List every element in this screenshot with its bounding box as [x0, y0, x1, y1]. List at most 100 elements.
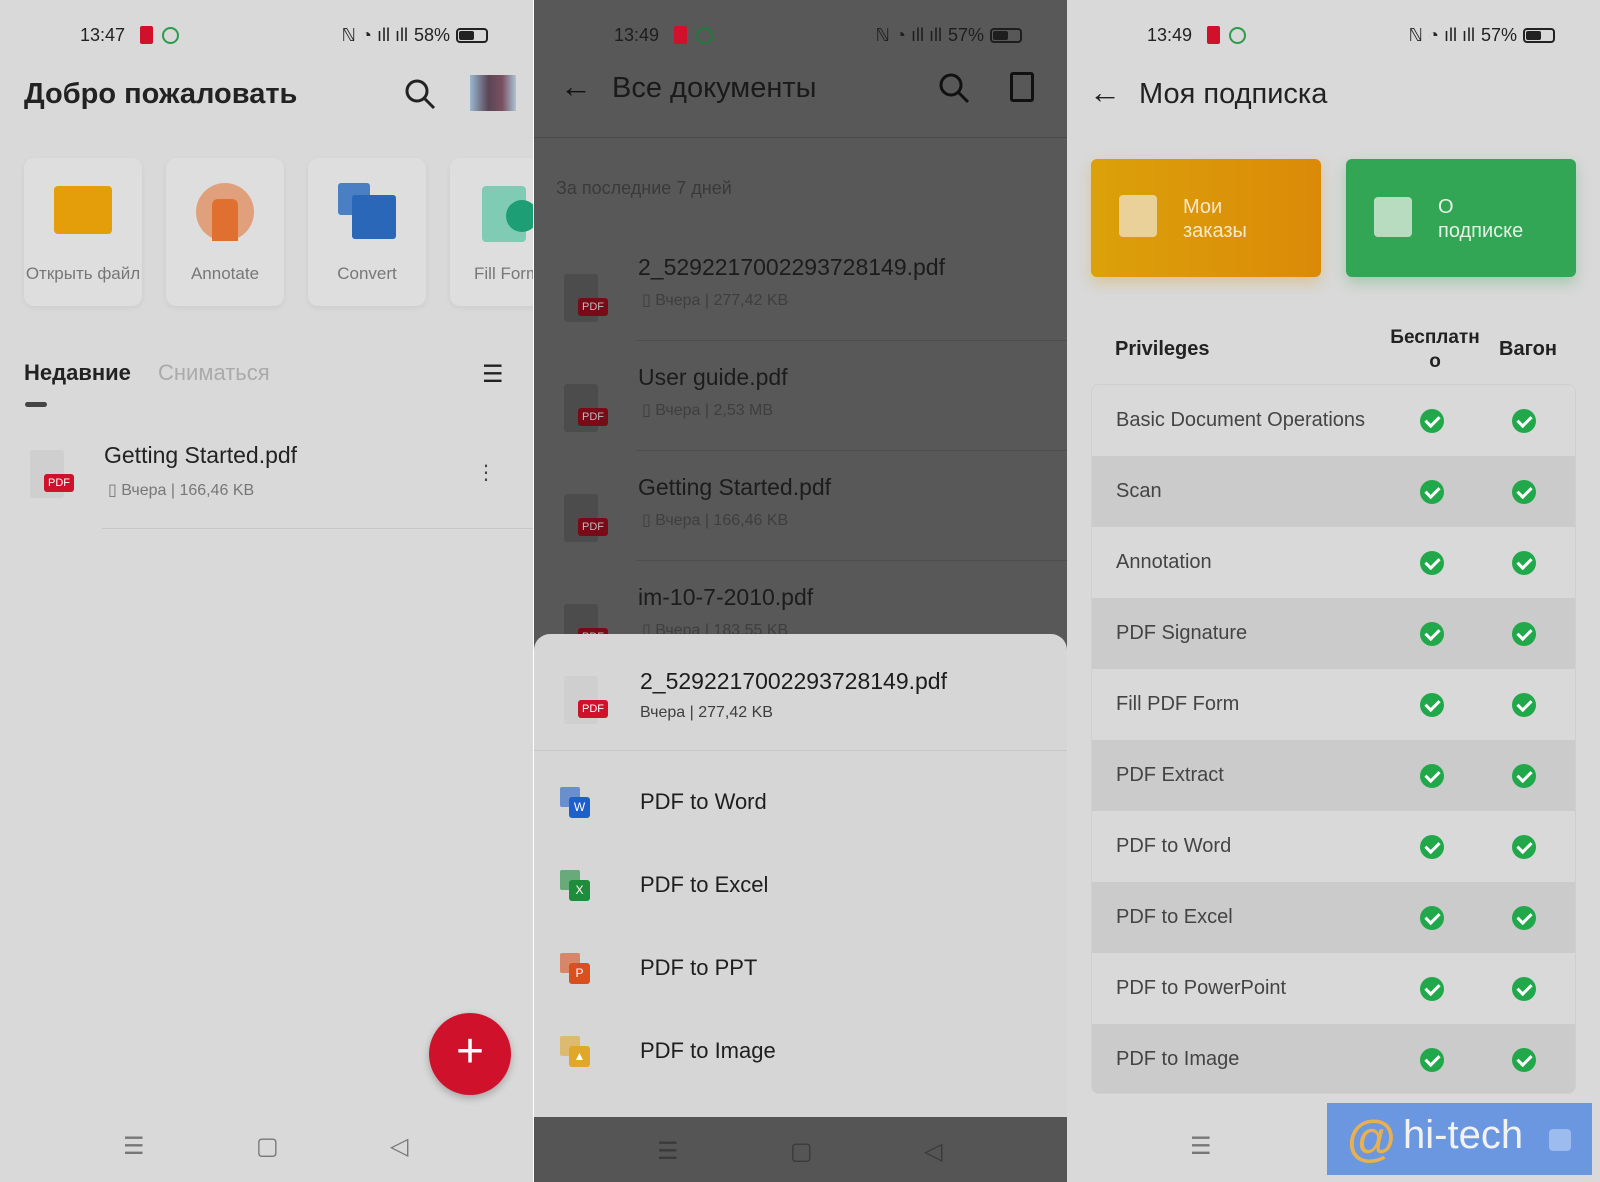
file-name: Getting Started.pdf [638, 474, 832, 500]
check-icon [1512, 409, 1536, 433]
action-pdf-to-word[interactable]: W PDF to Word [534, 777, 1067, 837]
document-list-icon[interactable] [1010, 72, 1034, 102]
file-name: 2_5292217002293728149.pdf [640, 668, 947, 694]
check-icon [1512, 906, 1536, 930]
page-title: Моя подписка [1139, 78, 1328, 110]
pdf-file-icon: PDF [564, 274, 608, 322]
tool-label: Fill Form [474, 264, 533, 283]
check-icon [1420, 977, 1444, 1001]
clipboard-check-icon [482, 186, 533, 242]
list-view-icon[interactable]: ☰ [482, 360, 504, 389]
check-icon [1420, 480, 1444, 504]
file-meta: ▯ Вчера | 166,46 KB [642, 512, 789, 529]
status-time: 13:47 [80, 25, 126, 45]
check-notification-icon [162, 26, 179, 44]
about-subscription-button[interactable]: О подписке [1346, 159, 1576, 277]
check-icon [1512, 622, 1536, 646]
all-documents-screen: 13:49 ℕ ◔ ıll ıll 57% ← Все документы За … [534, 0, 1067, 1182]
back-nav-icon[interactable]: ◁ [924, 1137, 942, 1166]
privilege-name: Basic Document Operations [1116, 409, 1366, 431]
tab-shoot[interactable]: Сниматься [158, 360, 270, 386]
table-row: PDF to Image [1092, 1024, 1575, 1093]
privilege-name: PDF to Word [1116, 835, 1232, 857]
privilege-name: PDF to Image [1116, 1048, 1240, 1070]
home-nav-icon[interactable]: ▢ [790, 1137, 813, 1166]
divider [636, 560, 1067, 561]
pdf-notification-icon [140, 26, 153, 44]
table-row: PDF to PowerPoint [1092, 953, 1575, 1024]
orders-icon [1119, 195, 1157, 237]
highlighter-icon [196, 183, 254, 241]
tool-annotate[interactable]: Annotate [166, 158, 284, 306]
more-options-icon[interactable]: ⋮ [476, 460, 496, 485]
table-row: Fill PDF Form [1092, 669, 1575, 740]
status-bar: 13:47 ℕ ◔ ıll ıll 58% [0, 22, 533, 50]
privilege-name: Scan [1116, 480, 1162, 502]
menu-nav-icon[interactable]: ☰ [657, 1137, 679, 1166]
tab-recent[interactable]: Недавние [24, 360, 131, 386]
home-nav-icon[interactable]: ▢ [256, 1132, 279, 1161]
shopping-bag-icon [1374, 197, 1412, 237]
menu-nav-icon[interactable]: ☰ [1190, 1132, 1212, 1161]
tool-open-file[interactable]: Открыть файл [24, 158, 142, 306]
at-sign-icon: @ [1347, 1110, 1396, 1166]
avatar[interactable] [470, 75, 516, 111]
list-item[interactable]: PDF Getting Started.pdf ▯ Вчера | 166,46… [534, 452, 1067, 562]
divider [534, 750, 1067, 751]
status-bar: 13:49 ℕ ◔ ıll ıll 57% [1067, 22, 1600, 50]
action-pdf-to-image[interactable]: ▲ PDF to Image [534, 1026, 1067, 1086]
file-meta: ▯ Вчера | 277,42 KB [642, 292, 789, 309]
image-icon: ▲ [560, 1036, 590, 1068]
signal-icon: ℕ ◔ ıll ıll [341, 25, 408, 45]
excel-icon: X [560, 870, 590, 902]
back-arrow-icon[interactable]: ← [1089, 74, 1121, 111]
table-row: Basic Document Operations [1092, 385, 1575, 456]
search-icon[interactable] [938, 72, 970, 104]
status-time: 13:49 [1147, 25, 1193, 45]
menu-nav-icon[interactable]: ☰ [123, 1132, 145, 1161]
file-meta: Вчера | 277,42 KB [640, 704, 773, 721]
check-icon [1420, 693, 1444, 717]
action-pdf-to-ppt[interactable]: P PDF to PPT [534, 943, 1067, 1003]
page-title: Добро пожаловать [24, 78, 298, 110]
file-name: Getting Started.pdf [104, 442, 298, 468]
battery-icon [990, 28, 1022, 43]
action-pdf-to-excel[interactable]: X PDF to Excel [534, 860, 1067, 920]
action-label: PDF to Image [640, 1038, 776, 1063]
check-icon [1512, 764, 1536, 788]
privilege-name: Annotation [1116, 551, 1212, 573]
tool-label: Convert [337, 264, 397, 283]
ppt-icon: P [560, 953, 590, 985]
check-notification-icon [696, 26, 713, 44]
privilege-name: PDF to Excel [1116, 906, 1233, 928]
check-icon [1512, 693, 1536, 717]
file-name: im-10-7-2010.pdf [638, 584, 814, 610]
back-nav-icon[interactable]: ◁ [390, 1132, 408, 1161]
convert-bottom-sheet: PDF 2_5292217002293728149.pdf Вчера | 27… [534, 634, 1067, 1117]
search-icon[interactable] [404, 78, 436, 110]
pdf-file-icon: PDF [30, 450, 74, 498]
divider [636, 340, 1067, 341]
pdf-file-icon: PDF [564, 676, 608, 724]
privileges-table: Basic Document Operations Scan Annotatio… [1091, 384, 1576, 1094]
privilege-name: Fill PDF Form [1116, 693, 1240, 715]
list-item[interactable]: PDF 2_5292217002293728149.pdf ▯ Вчера | … [534, 232, 1067, 342]
add-fab-button[interactable]: + [429, 1013, 511, 1095]
tool-fill-form[interactable]: Fill Form [450, 158, 533, 306]
battery-icon [1523, 28, 1555, 43]
check-icon [1420, 409, 1444, 433]
privilege-name: PDF to PowerPoint [1116, 977, 1287, 999]
check-icon [1512, 1048, 1536, 1072]
list-item[interactable]: PDF User guide.pdf ▯ Вчера | 2,53 MB [534, 342, 1067, 452]
column-header-premium: Вагон [1499, 338, 1557, 360]
battery-percent: 58% [413, 25, 450, 45]
tab-indicator [25, 402, 47, 407]
list-item[interactable]: PDF Getting Started.pdf ▯ Вчера | 166,46… [0, 430, 533, 528]
my-orders-button[interactable]: Мои заказы [1091, 159, 1321, 277]
privilege-name: PDF Extract [1116, 764, 1224, 786]
back-arrow-icon[interactable]: ← [560, 68, 592, 105]
check-icon [1420, 906, 1444, 930]
tool-convert[interactable]: Convert [308, 158, 426, 306]
page-title: Все документы [612, 72, 817, 104]
watermark-logo: @ hi-tech [1327, 1103, 1592, 1175]
